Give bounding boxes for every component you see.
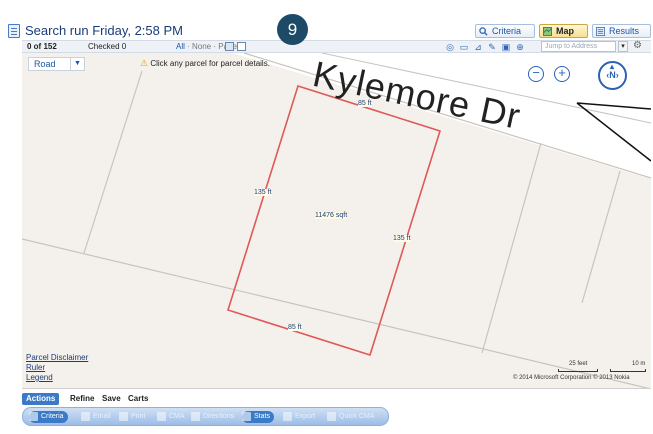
- map-hint: ⚠ Click any parcel for parcel details.: [140, 58, 270, 69]
- magnifier-icon: [479, 27, 488, 36]
- map-links: Parcel Disclaimer Ruler Legend: [26, 353, 88, 383]
- polygon-draw-icon[interactable]: ⊿: [473, 42, 483, 52]
- directions-button-label: Directions: [203, 413, 235, 420]
- email-button[interactable]: Email: [81, 411, 111, 423]
- email-icon: [81, 412, 90, 421]
- directions-icon: [191, 412, 200, 421]
- parcel-top-dimension: 85 ft: [358, 100, 372, 107]
- map-toolbar: 0 of 152 Checked 0 All · None · Page · ◎…: [22, 40, 651, 53]
- locate-icon[interactable]: ⊕: [515, 42, 525, 52]
- print-button-label: Print: [131, 413, 146, 420]
- parcel-right-dimension: 135 ft: [393, 235, 411, 242]
- result-count: 0 of 152: [27, 42, 57, 51]
- legend-link[interactable]: Legend: [26, 373, 88, 383]
- map-layer-select[interactable]: Road ▼: [28, 57, 85, 71]
- select-checkbox-icon[interactable]: [225, 42, 234, 51]
- map-hint-text: Click any parcel for parcel details.: [150, 59, 270, 68]
- scale-bar-feet: [558, 369, 598, 372]
- print-icon: [119, 412, 128, 421]
- scale-meters: 10 m: [632, 361, 646, 367]
- cma-button[interactable]: CMA: [157, 411, 185, 423]
- tab-actions[interactable]: Actions: [22, 393, 60, 405]
- globe-icon[interactable]: ◎: [445, 42, 455, 52]
- tab-refine[interactable]: Refine: [66, 393, 98, 405]
- map-layer-value: Road: [34, 59, 56, 69]
- export-button-label: Export: [295, 413, 316, 420]
- checked-count: Checked 0: [88, 42, 127, 51]
- email-button-label: Email: [93, 413, 111, 420]
- print-icon[interactable]: ▣: [501, 42, 511, 52]
- criteria-label: Criteria: [492, 26, 522, 36]
- select-none-link[interactable]: None: [192, 42, 211, 51]
- parcel-left-dimension: 135 ft: [254, 189, 272, 196]
- stats-button-label: Stats: [254, 413, 270, 420]
- title-bar: Search run Friday, 2:58 PM 9 Criteria Ma…: [0, 0, 653, 45]
- gear-icon[interactable]: ⚙: [633, 41, 642, 51]
- ruler-link[interactable]: Ruler: [26, 363, 88, 373]
- map-copyright: © 2014 Microsoft Corporation © 2013 Noki…: [513, 375, 630, 381]
- step-badge: 9: [277, 14, 308, 45]
- scale-feet: 25 feet: [569, 361, 588, 367]
- select-all-link[interactable]: All: [176, 42, 185, 51]
- pan-icon[interactable]: ✎: [487, 42, 497, 52]
- chart-icon: [242, 412, 251, 421]
- jump-to-address-input[interactable]: Jump to Address: [541, 41, 616, 52]
- magnifier-icon: [29, 412, 38, 421]
- map-icon: [543, 27, 552, 36]
- parcel-disclaimer-link[interactable]: Parcel Disclaimer: [26, 353, 88, 363]
- jump-dropdown-icon[interactable]: ▾: [618, 41, 628, 52]
- stats-button[interactable]: Stats: [242, 411, 274, 423]
- search-document-icon: [8, 24, 20, 38]
- results-view-button[interactable]: Results: [592, 24, 651, 38]
- tab-save[interactable]: Save: [98, 393, 125, 405]
- scale-bar-meters: [610, 369, 646, 372]
- directions-button[interactable]: Directions: [191, 411, 234, 423]
- criteria-button-label: Criteria: [41, 413, 64, 420]
- map-label: Map: [556, 26, 574, 36]
- zoom-in-icon[interactable]: +: [554, 66, 570, 82]
- quick-cma-icon: [327, 412, 336, 421]
- tab-carts[interactable]: Carts: [124, 393, 152, 405]
- warning-icon: ⚠: [140, 58, 149, 68]
- print-button[interactable]: Print: [119, 411, 145, 423]
- chevron-down-icon: ▼: [70, 58, 84, 70]
- lasso-select-icon[interactable]: [237, 42, 246, 51]
- rectangle-draw-icon[interactable]: ▭: [459, 42, 469, 52]
- map-drawing: [22, 53, 651, 388]
- map-view-button[interactable]: Map: [539, 24, 588, 38]
- criteria-view-button[interactable]: Criteria: [475, 24, 535, 38]
- parcel-area[interactable]: 11476 sqft: [315, 212, 348, 219]
- compass-icon[interactable]: ‹N›: [598, 54, 627, 90]
- export-icon: [283, 412, 292, 421]
- list-icon: [596, 27, 605, 36]
- export-button[interactable]: Export: [283, 411, 315, 423]
- quick-cma-button[interactable]: Quick CMA: [327, 411, 374, 423]
- parcel-bottom-dimension: 85 ft: [288, 324, 302, 331]
- results-label: Results: [609, 26, 640, 36]
- action-bar: Criteria Email Print CMA Directions Stat…: [22, 407, 389, 426]
- page-title: Search run Friday, 2:58 PM: [25, 23, 183, 38]
- criteria-button[interactable]: Criteria: [29, 411, 68, 423]
- quick-cma-button-label: Quick CMA: [339, 413, 375, 420]
- cma-icon: [157, 412, 166, 421]
- zoom-out-icon[interactable]: −: [528, 66, 544, 82]
- app-window: Search run Friday, 2:58 PM 9 Criteria Ma…: [0, 0, 653, 434]
- map-canvas[interactable]: Kylemore Dr Road ▼ ⚠ Click any parcel fo…: [22, 53, 651, 389]
- cma-button-label: CMA: [169, 413, 185, 420]
